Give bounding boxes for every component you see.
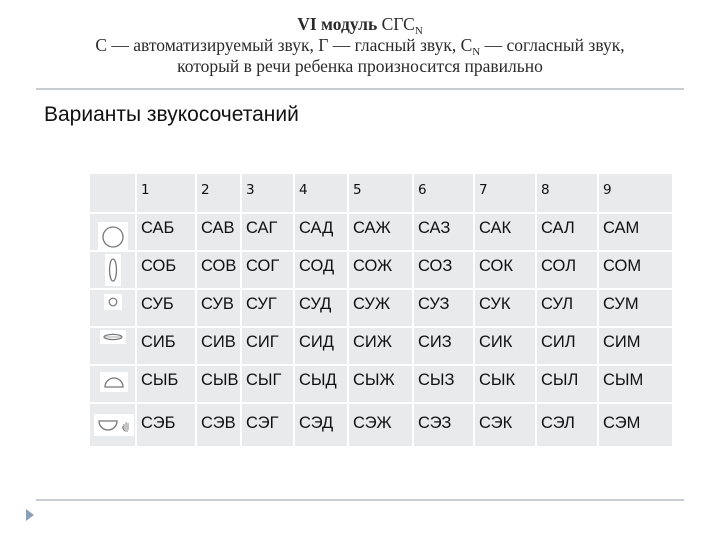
syllable-cell: СЭД <box>293 402 349 448</box>
syllable-cell: СОВ <box>195 250 242 290</box>
syllable-cell: САД <box>293 212 349 252</box>
syllable-cell: СОМ <box>597 250 674 290</box>
syllable-cell: СОК <box>473 250 537 290</box>
articulation-cell <box>88 364 137 404</box>
table-row: СУБ СУВ СУГ СУД СУЖ СУЗ СУК СУЛ СУМ <box>88 288 674 328</box>
syllable-cell: СУК <box>473 288 537 328</box>
column-number-header: 4 <box>293 172 349 214</box>
syllable-cell: СЭГ <box>240 402 295 448</box>
syllable-cell: СИМ <box>597 326 674 366</box>
lips-small-circle-icon <box>104 294 122 310</box>
lips-half-dome-icon <box>100 372 128 392</box>
column-number-header: 7 <box>473 172 537 214</box>
syllable-cell: СИЗ <box>412 326 475 366</box>
syllable-cell: СИД <box>293 326 349 366</box>
column-number-header: 9 <box>597 172 674 214</box>
syllable-cell: СОГ <box>240 250 295 290</box>
syllable-cell: САВ <box>195 212 242 252</box>
table-row: СЫБ СЫВ СЫГ СЫД СЫЖ СЫЗ СЫК СЫЛ СЫМ <box>88 364 674 404</box>
syllable-cell: САЖ <box>347 212 414 252</box>
table-row: СОБ СОВ СОГ СОД СОЖ СОЗ СОК СОЛ СОМ <box>88 250 674 290</box>
syllable-cell: СУБ <box>135 288 197 328</box>
articulation-cell <box>88 288 137 328</box>
column-number-header: 5 <box>347 172 414 214</box>
syllable-cell: СУГ <box>240 288 295 328</box>
table-row: СИБ СИВ СИГ СИД СИЖ СИЗ СИК СИЛ СИМ <box>88 326 674 366</box>
header-divider <box>36 88 684 90</box>
table-row: СЭБ СЭВ СЭГ СЭД СЭЖ СЭЗ СЭК СЭЛ СЭМ <box>88 402 674 448</box>
syllable-cell: СОД <box>293 250 349 290</box>
syllable-cell: СОЛ <box>535 250 599 290</box>
module-title-formula: СГС <box>381 14 415 34</box>
syllable-cell: СИВ <box>195 326 242 366</box>
syllable-cell: СЭМ <box>597 402 674 448</box>
syllable-cell: СУМ <box>597 288 674 328</box>
header-corner-cell <box>88 172 137 214</box>
syllable-cell: СЫВ <box>195 364 242 404</box>
syllable-cell: СЭБ <box>135 402 197 448</box>
syllable-cell: САЗ <box>412 212 475 252</box>
column-number-header: 6 <box>412 172 475 214</box>
syllable-cell: СОЖ <box>347 250 414 290</box>
syllable-cell: СЫК <box>473 364 537 404</box>
articulation-cell <box>88 250 137 290</box>
articulation-cell <box>88 402 137 448</box>
slide-header: VI модуль СГСN С — автоматизируемый звук… <box>36 14 684 77</box>
syllable-cell: СОЗ <box>412 250 475 290</box>
column-number-header: 1 <box>135 172 197 214</box>
module-title-bold: VI модуль <box>297 14 378 34</box>
syllable-cell: СИГ <box>240 326 295 366</box>
syllable-cell: СЫМ <box>597 364 674 404</box>
syllable-cell: СЫД <box>293 364 349 404</box>
syllable-cell: САГ <box>240 212 295 252</box>
syllable-cell: СЫЗ <box>412 364 475 404</box>
syllable-cell: СЫГ <box>240 364 295 404</box>
legend-text-b: — согласный звук, <box>480 35 625 55</box>
legend-text-a: С — автоматизируемый звук, Г — гласный з… <box>95 35 473 55</box>
legend-line-2: который в речи ребенка произносится прав… <box>177 56 543 76</box>
table-header-row: 123456789 <box>88 172 674 214</box>
syllable-cell: САК <box>473 212 537 252</box>
column-number-header: 3 <box>240 172 295 214</box>
syllable-cell: СЫЛ <box>535 364 599 404</box>
syllable-cell: СУЗ <box>412 288 475 328</box>
lips-flat-smile-icon <box>100 330 126 344</box>
syllable-cell: СЭК <box>473 402 537 448</box>
module-title: VI модуль СГСN <box>36 14 684 37</box>
syllable-cell: СЭЖ <box>347 402 414 448</box>
syllable-table: 1 2 3 4 5 6 7 8 9 САБ САВ САГ САД САЖ САЗ САК САЛ САМ СОБ С… <box>88 172 674 448</box>
column-number-header: 8 <box>535 172 599 214</box>
syllable-cell: СИБ <box>135 326 197 366</box>
syllable-cell: СОБ <box>135 250 197 290</box>
footer-divider <box>36 499 684 501</box>
syllable-cell: СЭВ <box>195 402 242 448</box>
syllable-cell: СЭЛ <box>535 402 599 448</box>
lips-half-bowl-with-hand-icon <box>94 414 134 436</box>
syllable-cell: СУД <box>293 288 349 328</box>
lips-oval-narrow-icon <box>105 254 121 286</box>
syllable-cell: САМ <box>597 212 674 252</box>
syllable-cell: СЭЗ <box>412 402 475 448</box>
legend-line-1: С — автоматизируемый звук, Г — гласный з… <box>36 35 684 58</box>
syllable-cell: СИЛ <box>535 326 599 366</box>
lips-round-wide-icon <box>98 222 128 249</box>
slide-subtitle: Варианты звукосочетаний <box>44 103 299 126</box>
syllable-cell: СИК <box>473 326 537 366</box>
syllable-cell: СУЖ <box>347 288 414 328</box>
syllable-cell: СЫБ <box>135 364 197 404</box>
column-number-header: 2 <box>195 172 242 214</box>
table-row: САБ САВ САГ САД САЖ САЗ САК САЛ САМ <box>88 212 674 252</box>
syllable-cell: СУВ <box>195 288 242 328</box>
articulation-cell <box>88 326 137 366</box>
slide-bullet-arrow-icon <box>26 509 34 521</box>
syllable-cell: САБ <box>135 212 197 252</box>
syllable-cell: СУЛ <box>535 288 599 328</box>
syllable-cell: СЫЖ <box>347 364 414 404</box>
syllable-cell: САЛ <box>535 212 599 252</box>
syllable-cell: СИЖ <box>347 326 414 366</box>
articulation-cell <box>88 212 137 252</box>
